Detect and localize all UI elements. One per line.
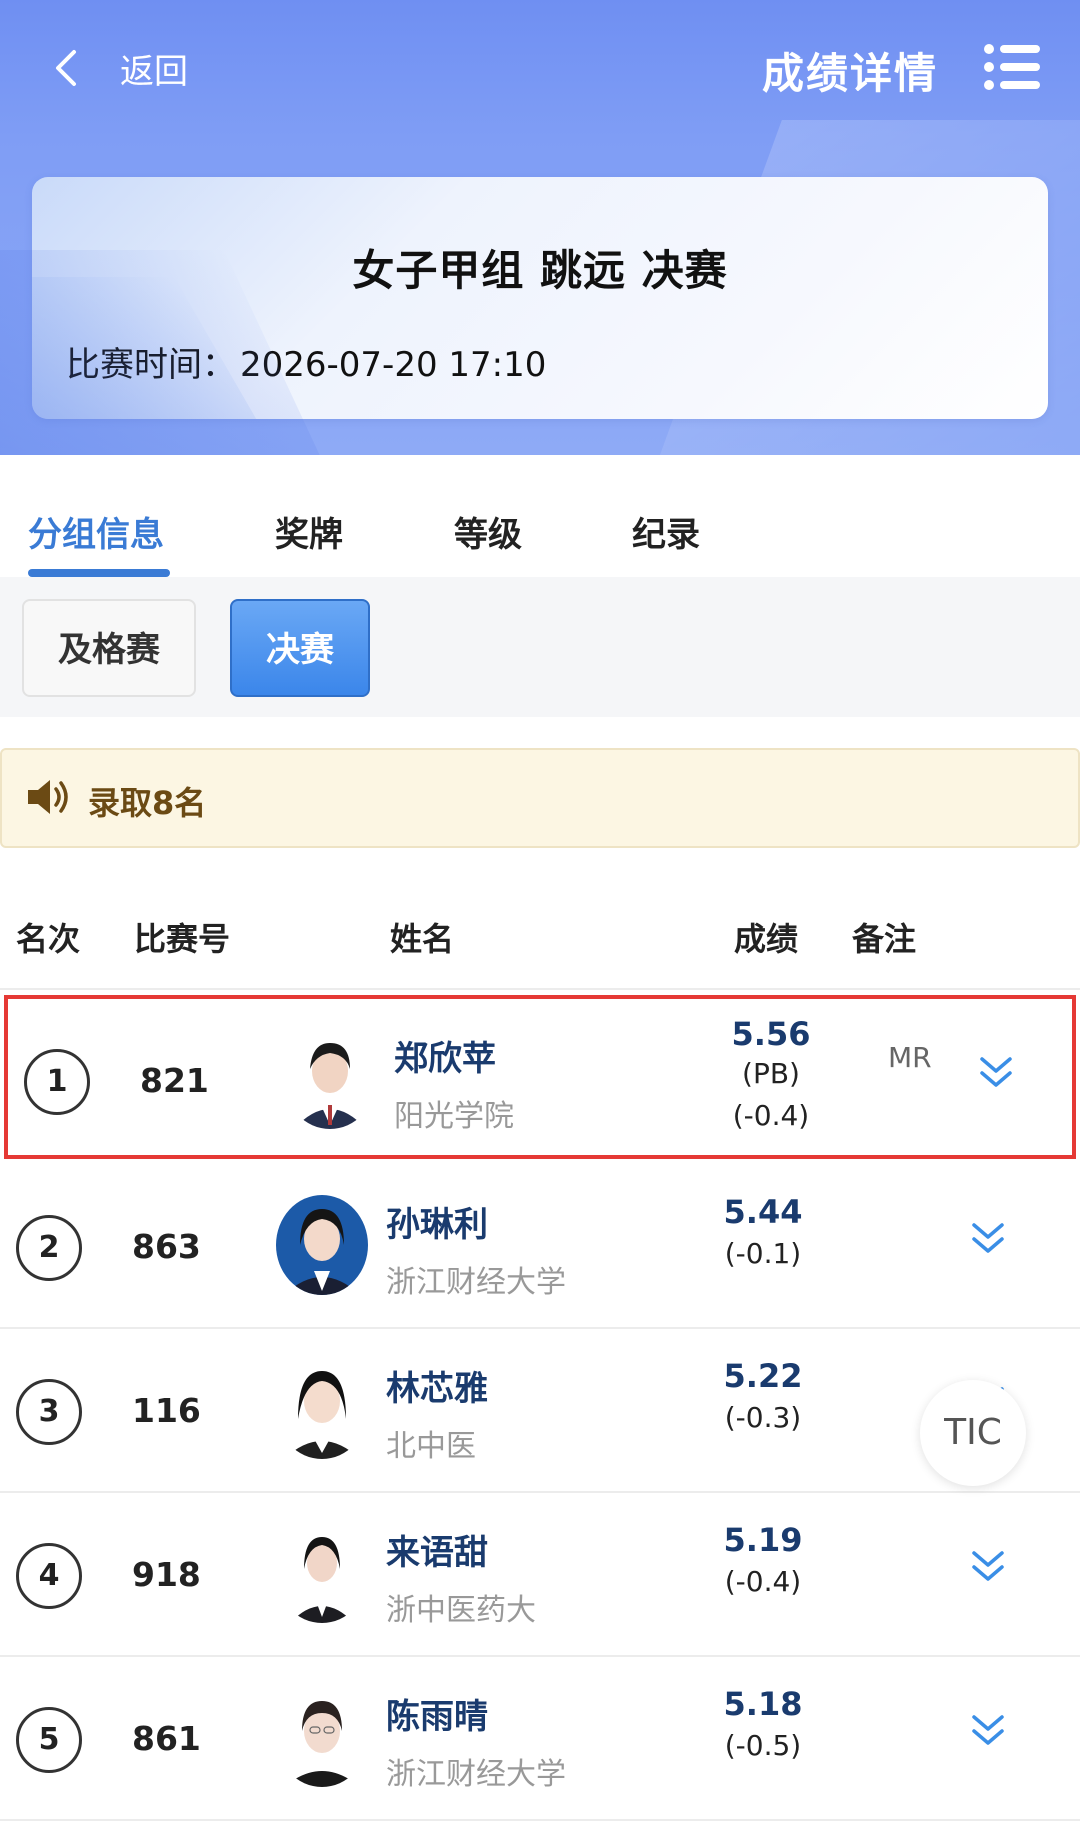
event-time-value: 2026-07-20 17:10 <box>240 345 547 385</box>
notice-text: 录取8名 <box>88 784 207 822</box>
page-title: 成绩详情 <box>762 49 939 98</box>
table-row[interactable]: 5 861 陈雨晴 浙江财经大学 5.18 (-0.5) <box>0 1657 1080 1821</box>
bib-number: 116 <box>132 1391 201 1430</box>
menu-icon[interactable] <box>984 44 1040 90</box>
table-header: 名次 比赛号 姓名 成绩 备注 <box>0 870 1080 990</box>
athlete-school: 浙江财经大学 <box>386 1265 566 1300</box>
qualifying-round-button[interactable]: 及格赛 <box>22 599 196 697</box>
chevron-down-icon[interactable] <box>968 1547 1008 1587</box>
active-tab-indicator <box>28 569 170 577</box>
column-bib: 比赛号 <box>134 920 231 958</box>
event-time-label: 比赛时间： <box>66 345 236 385</box>
athlete-name: 孙琳利 <box>386 1205 488 1245</box>
athlete-name: 林芯雅 <box>386 1369 488 1409</box>
avatar <box>284 1029 376 1129</box>
athlete-name: 来语甜 <box>386 1533 488 1573</box>
event-card: 女子甲组 跳远 决赛 比赛时间： 2026-07-20 17:10 <box>32 177 1048 419</box>
notice-bar: 录取8名 <box>0 748 1080 848</box>
final-round-button[interactable]: 决赛 <box>230 599 370 697</box>
column-rank: 名次 <box>16 920 81 958</box>
athlete-name: 郑欣苹 <box>394 1039 496 1079</box>
result-mark: 5.44 <box>723 1193 803 1231</box>
tab-grades[interactable]: 等级 <box>454 507 522 556</box>
column-name: 姓名 <box>390 920 455 958</box>
athlete-school: 阳光学院 <box>394 1099 514 1134</box>
rank-badge: 1 <box>24 1049 90 1115</box>
wind-speed: (-0.4) <box>724 1565 802 1598</box>
floating-tic-button[interactable]: TIC <box>920 1380 1026 1486</box>
rank-badge: 3 <box>16 1379 82 1445</box>
avatar <box>276 1195 368 1295</box>
chevron-left-icon[interactable] <box>48 48 88 88</box>
column-mark: 成绩 <box>734 920 799 958</box>
personal-best-tag: (PB) <box>742 1057 800 1090</box>
wind-speed: (-0.1) <box>724 1237 802 1270</box>
result-mark: 5.19 <box>723 1521 803 1559</box>
result-mark: 5.18 <box>723 1685 803 1723</box>
bib-number: 863 <box>132 1227 201 1266</box>
bib-number: 918 <box>132 1555 201 1594</box>
tab-medals[interactable]: 奖牌 <box>275 507 343 556</box>
wind-speed: (-0.5) <box>724 1729 802 1762</box>
event-time: 比赛时间： 2026-07-20 17:10 <box>66 337 550 386</box>
chevron-down-icon[interactable] <box>968 1711 1008 1751</box>
avatar <box>276 1359 368 1459</box>
table-row[interactable]: 1 821 郑欣苹 阳光学院 5.56 (PB) (-0.4) MR <box>4 995 1076 1159</box>
header-hero: 返回 成绩详情 女子甲组 跳远 决赛 比赛时间： 2026-07-20 17:10 <box>0 0 1080 455</box>
column-remark: 备注 <box>852 920 917 958</box>
wind-speed: (-0.4) <box>732 1099 810 1132</box>
result-mark: 5.22 <box>723 1357 803 1395</box>
event-title: 女子甲组 跳远 决赛 <box>352 246 728 295</box>
speaker-icon <box>28 780 68 814</box>
avatar <box>276 1687 368 1787</box>
remark: MR <box>888 1041 932 1074</box>
avatar <box>276 1523 368 1623</box>
rank-badge: 5 <box>16 1707 82 1773</box>
rank-badge: 2 <box>16 1215 82 1281</box>
rank-badge: 4 <box>16 1543 82 1609</box>
table-row[interactable]: 4 918 来语甜 浙中医药大 5.19 (-0.4) <box>0 1493 1080 1657</box>
wind-speed: (-0.3) <box>724 1401 802 1434</box>
results-table: 名次 比赛号 姓名 成绩 备注 1 821 郑欣苹 阳光学院 5.56 (PB)… <box>0 870 1080 1845</box>
bib-number: 821 <box>140 1061 209 1100</box>
athlete-school: 浙中医药大 <box>386 1593 536 1628</box>
chevron-down-icon[interactable] <box>968 1219 1008 1259</box>
back-button[interactable]: 返回 <box>120 44 188 93</box>
athlete-school: 北中医 <box>386 1429 476 1464</box>
chevron-down-icon[interactable] <box>976 1053 1016 1093</box>
table-row[interactable]: 2 863 孙琳利 浙江财经大学 5.44 (-0.1) <box>0 1165 1080 1329</box>
tab-group-info[interactable]: 分组信息 <box>28 507 164 556</box>
table-row[interactable]: 3 116 林芯雅 北中医 5.22 (-0.3) <box>0 1329 1080 1493</box>
main-tabs: 分组信息 奖牌 等级 纪录 <box>0 455 1080 577</box>
round-selector: 及格赛 决赛 <box>0 577 1080 717</box>
athlete-school: 浙江财经大学 <box>386 1757 566 1792</box>
athlete-name: 陈雨晴 <box>386 1697 488 1737</box>
result-mark: 5.56 <box>731 1015 811 1053</box>
tab-records[interactable]: 纪录 <box>632 507 700 556</box>
bib-number: 861 <box>132 1719 201 1758</box>
top-bar: 返回 成绩详情 <box>0 0 1080 140</box>
